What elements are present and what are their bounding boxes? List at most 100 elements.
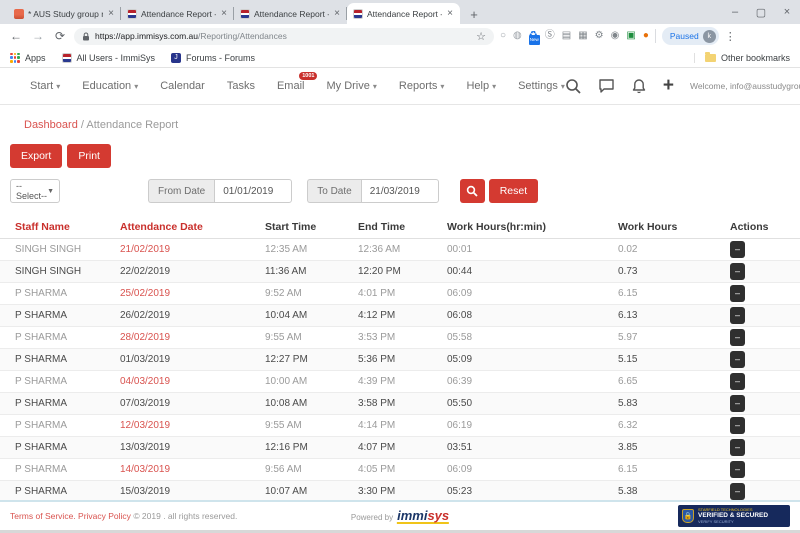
actions-cell: –: [730, 439, 800, 456]
select-caret-icon: ▼: [47, 188, 54, 195]
export-button[interactable]: Export: [10, 144, 62, 168]
extension-circle-icon[interactable]: ○: [500, 31, 506, 41]
chevron-down-icon: ▾: [373, 82, 377, 91]
new-tab-button[interactable]: +: [464, 4, 484, 24]
staff-name-cell: P SHARMA: [15, 464, 120, 475]
apps-grid-icon: [10, 53, 20, 63]
actions-cell: –: [730, 351, 800, 368]
attendance-date-cell: 15/03/2019: [120, 486, 265, 497]
reload-icon[interactable]: ⟳: [52, 29, 68, 43]
bookmark-star-icon[interactable]: ☆: [476, 30, 486, 43]
add-plus-icon[interactable]: +: [663, 79, 674, 93]
row-action-button[interactable]: –: [730, 241, 745, 258]
notifications-bell-icon[interactable]: [631, 78, 647, 95]
actions-cell: –: [730, 483, 800, 500]
avatar: k: [703, 30, 716, 43]
extension-s-icon[interactable]: Ⓢ: [545, 31, 555, 41]
breadcrumb-dashboard-link[interactable]: Dashboard: [24, 119, 78, 131]
print-button[interactable]: Print: [67, 144, 111, 168]
sync-paused-label: Paused: [670, 31, 699, 41]
doc-favicon-icon: [14, 9, 24, 19]
menu-item-start[interactable]: Start▾: [30, 80, 60, 92]
from-date-label: From Date: [148, 179, 214, 203]
url-omnibox[interactable]: https://app.immisys.com.au/Reporting/Att…: [74, 28, 494, 45]
minimize-button[interactable]: –: [722, 1, 748, 23]
row-action-button[interactable]: –: [730, 439, 745, 456]
start-time-cell: 9:55 AM: [265, 420, 358, 431]
extension-orange-dot-icon[interactable]: ●: [643, 31, 649, 41]
row-action-button[interactable]: –: [730, 461, 745, 478]
row-action-button[interactable]: –: [730, 307, 745, 324]
start-time-cell: 10:00 AM: [265, 376, 358, 387]
close-tab-icon[interactable]: ×: [107, 8, 115, 19]
search-icon[interactable]: [565, 78, 582, 95]
work-hours-hrmin-cell: 06:09: [447, 464, 618, 475]
actions-cell: –: [730, 461, 800, 478]
row-action-button[interactable]: –: [730, 351, 745, 368]
close-tab-icon[interactable]: ×: [333, 8, 341, 19]
staff-name-cell: P SHARMA: [15, 486, 120, 497]
extension-camera-icon[interactable]: ◉: [611, 31, 620, 41]
row-action-button[interactable]: –: [730, 483, 745, 500]
staff-select-dropdown[interactable]: --Select-- ▼: [10, 179, 60, 203]
extension-anchor-icon[interactable]: ◍: [513, 31, 522, 41]
close-tab-icon[interactable]: ×: [220, 8, 228, 19]
menu-item-education[interactable]: Education▾: [82, 80, 138, 92]
table-row: P SHARMA13/03/201912:16 PM4:07 PM03:513.…: [0, 437, 800, 459]
browser-tab[interactable]: Attendance Report - ImmiSys×: [234, 3, 347, 24]
menu-item-email[interactable]: Email1001: [277, 80, 305, 92]
close-tab-icon[interactable]: ×: [446, 8, 454, 19]
other-bookmarks-button[interactable]: Other bookmarks: [694, 53, 790, 63]
work-hours-hrmin-cell: 03:51: [447, 442, 618, 453]
forward-icon[interactable]: →: [30, 29, 46, 43]
column-header: End Time: [358, 221, 447, 233]
column-header: Start Time: [265, 221, 358, 233]
search-button[interactable]: [460, 179, 485, 203]
bookmark-item[interactable]: JForums - Forums: [171, 53, 255, 63]
reset-button[interactable]: Reset: [489, 179, 538, 203]
end-time-cell: 12:20 PM: [358, 266, 447, 277]
menu-item-calendar[interactable]: Calendar: [160, 80, 205, 92]
browser-tab[interactable]: Attendance Report - ImmiSys×: [121, 3, 234, 24]
extension-gear-icon[interactable]: ⚙: [595, 31, 604, 41]
browser-menu-icon[interactable]: ⋮: [725, 30, 736, 43]
browser-tab[interactable]: * AUS Study group reporting tha×: [8, 3, 121, 24]
back-icon[interactable]: ←: [8, 29, 24, 43]
extension-badge: New: [529, 35, 540, 45]
row-action-button[interactable]: –: [730, 373, 745, 390]
menu-item-settings[interactable]: Settings▾: [518, 80, 565, 92]
row-action-button[interactable]: –: [730, 395, 745, 412]
profile-chip[interactable]: Paused k: [662, 27, 719, 45]
to-date-input[interactable]: [361, 179, 439, 203]
menu-item-tasks[interactable]: Tasks: [227, 80, 255, 92]
work-hours-cell: 5.97: [618, 332, 730, 343]
extension-recycle-icon[interactable]: ♻New: [529, 31, 538, 41]
work-hours-hrmin-cell: 06:09: [447, 288, 618, 299]
terms-of-service-link[interactable]: Terms of Service.: [10, 511, 76, 521]
extension-page-icon[interactable]: ▤: [562, 31, 571, 41]
extension-green-box-icon[interactable]: ▣: [626, 31, 635, 41]
bookmark-item[interactable]: All Users - ImmiSys: [62, 53, 156, 63]
browser-tab[interactable]: Attendance Report - ImmiSys×: [347, 3, 460, 24]
menu-item-help[interactable]: Help▾: [466, 80, 496, 92]
work-hours-hrmin-cell: 06:19: [447, 420, 618, 431]
menu-item-my-drive[interactable]: My Drive▾: [326, 80, 376, 92]
verified-secured-badge[interactable]: 🔒 STARFIELD TECHNOLOGIES VERIFIED & SECU…: [678, 505, 790, 527]
extensions-row: ○ ◍ ♻New Ⓢ ▤ ▦ ⚙ ◉ ▣ ●: [500, 31, 649, 41]
bookmark-label: Apps: [25, 53, 46, 63]
from-date-input[interactable]: [214, 179, 292, 203]
attendance-date-cell: 21/02/2019: [120, 244, 265, 255]
bookmark-item[interactable]: Apps: [10, 53, 46, 63]
chat-icon[interactable]: [598, 78, 615, 94]
maximize-button[interactable]: ▢: [748, 1, 774, 23]
extension-grid-icon[interactable]: ▦: [578, 31, 587, 41]
privacy-policy-link[interactable]: Privacy Policy: [78, 511, 131, 521]
menu-item-reports[interactable]: Reports▾: [399, 80, 445, 92]
welcome-user-menu[interactable]: Welcome, info@ausstudygroup.com.au ▾: [690, 81, 800, 91]
row-action-button[interactable]: –: [730, 417, 745, 434]
actions-cell: –: [730, 241, 800, 258]
row-action-button[interactable]: –: [730, 285, 745, 302]
close-window-button[interactable]: ×: [774, 1, 800, 23]
row-action-button[interactable]: –: [730, 329, 745, 346]
row-action-button[interactable]: –: [730, 263, 745, 280]
